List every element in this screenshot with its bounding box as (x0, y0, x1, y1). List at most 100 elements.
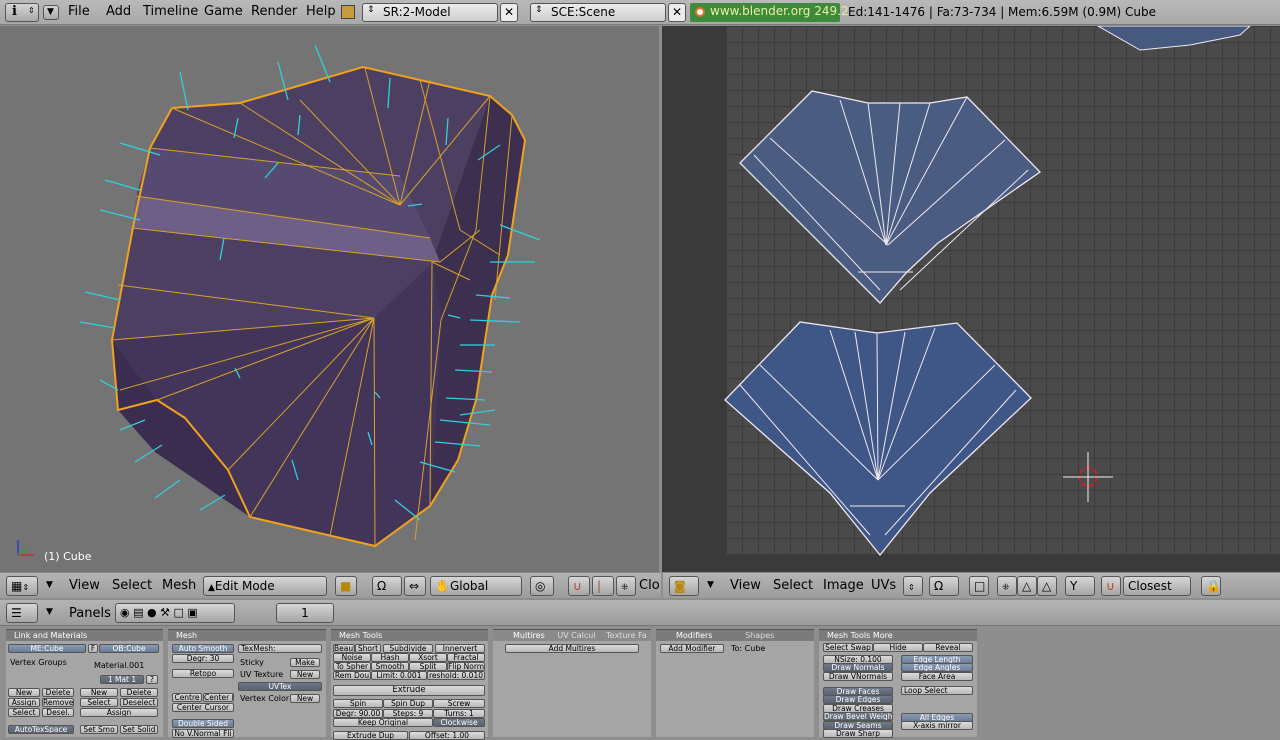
hash-button[interactable]: Hash (371, 653, 409, 662)
material-assign-button[interactable]: Assign (80, 708, 158, 717)
subdivide-button[interactable]: Subdivide (383, 644, 433, 653)
material-index[interactable]: 1 Mat 1 (100, 675, 144, 684)
editor-type-3d-button[interactable]: ▦⇕ (6, 576, 38, 596)
x-axis-mirror-toggle[interactable]: X-axis mirror (901, 721, 973, 730)
menu-select[interactable]: Select (773, 578, 813, 593)
remove-doubles-button[interactable]: Rem Dou (333, 671, 371, 680)
vgroup-assign-button[interactable]: Assign (8, 698, 40, 707)
no-vnormal-flip-toggle[interactable]: No V.Normal Fli (172, 729, 234, 738)
beauty-toggle[interactable]: Beaut (333, 644, 355, 653)
uvtex-layer[interactable]: UVTex (238, 682, 322, 691)
collapse-header-icon[interactable]: ▼ (707, 580, 714, 590)
set-smooth-button[interactable]: Set Smo (80, 725, 118, 734)
smooth-button[interactable]: Smooth (371, 662, 409, 671)
material-help-button[interactable]: ? (146, 675, 158, 684)
proportional-edit-button[interactable]: ∪ (568, 576, 590, 596)
editor-type-buttons-button[interactable]: ☰ (6, 603, 38, 623)
tab-uv-calculation[interactable]: UV Calcul (557, 631, 595, 640)
autosmooth-toggle[interactable]: Auto Smooth (172, 644, 234, 653)
fake-user-button[interactable]: F (88, 644, 98, 653)
material-new-button[interactable]: New (80, 688, 118, 697)
split-button[interactable]: Split (409, 662, 447, 671)
menu-view[interactable]: View (69, 578, 100, 593)
sticky-mode-button[interactable]: Y (1065, 576, 1095, 596)
tab-texture-face[interactable]: Texture Fa (606, 631, 647, 640)
keep-original-toggle[interactable]: Keep Original (333, 718, 433, 727)
draw-vnormals-toggle[interactable]: Draw VNormals (823, 672, 893, 681)
clockwise-toggle[interactable]: Clockwise (433, 718, 485, 727)
menu-render[interactable]: Render (251, 4, 297, 19)
spin-dup-button[interactable]: Spin Dup (383, 699, 433, 708)
autotexspace-toggle[interactable]: AutoTexSpace (8, 725, 74, 734)
vgroup-select-button[interactable]: Select (8, 708, 40, 717)
info-window-type-button[interactable]: i ⇕ (5, 3, 39, 22)
retopo-toggle[interactable]: Retopo (172, 669, 234, 678)
screen-selector[interactable]: ⇕ SR:2-Model (362, 3, 498, 22)
mesh-name-field[interactable]: ME:Cube (8, 644, 86, 653)
vertex-select-button[interactable]: ⁜ (997, 576, 1017, 596)
tab-multires[interactable]: Multires (513, 631, 545, 640)
centre-new-button[interactable]: Center Ne (203, 693, 234, 702)
fractal-button[interactable]: Fractal (447, 653, 485, 662)
collapse-header-icon[interactable]: ▼ (46, 607, 53, 617)
spin-button[interactable]: Spin (333, 699, 383, 708)
material-select-button[interactable]: Select (80, 698, 118, 707)
uv-image-editor[interactable] (662, 26, 1280, 572)
menu-game[interactable]: Game (204, 4, 243, 19)
innervert-button[interactable]: Innervert (435, 644, 485, 653)
delete-scene-button[interactable]: ✕ (668, 3, 686, 22)
vgroup-new-button[interactable]: New (8, 688, 40, 697)
noise-button[interactable]: Noise (333, 653, 371, 662)
extrude-button[interactable]: Extrude (333, 685, 485, 696)
edge-select-button[interactable]: △ (1017, 576, 1037, 596)
draw-sharp-toggle[interactable]: Draw Sharp (823, 729, 893, 738)
turns-field[interactable]: Turns: 1 (433, 709, 485, 718)
sticky-make-button[interactable]: Make (290, 658, 320, 667)
degrees-field[interactable]: Degr: 90.00 (333, 709, 383, 718)
add-multires-button[interactable]: Add Multires (505, 644, 639, 653)
xsort-button[interactable]: Xsort (409, 653, 447, 662)
threshold-field[interactable]: reshold: 0.010 (427, 671, 485, 680)
blender-url-badge[interactable]: www.blender.org 249.2 (690, 3, 849, 22)
lock-button[interactable]: 🔒 (1201, 576, 1221, 596)
reveal-button[interactable]: Reveal (923, 643, 973, 652)
steps-field[interactable]: Steps: 9 (383, 709, 433, 718)
menu-uvs[interactable]: UVs (871, 578, 896, 593)
menu-help[interactable]: Help (306, 4, 336, 19)
select-swap-button[interactable]: Select Swap (823, 643, 873, 652)
vertex-color-new-button[interactable]: New (290, 694, 320, 703)
tab-modifiers[interactable]: Modifiers (676, 631, 713, 640)
autosmooth-degree[interactable]: Degr: 30 (172, 654, 234, 663)
proportional-edit-button[interactable]: ∪ (1101, 576, 1121, 596)
manipulator-toggle[interactable]: ⇔ (404, 576, 426, 596)
menu-timeline[interactable]: Timeline (143, 4, 198, 19)
add-modifier-button[interactable]: Add Modifier (660, 644, 724, 653)
loop-select-dropdown[interactable]: Loop Select (901, 686, 973, 695)
editor-type-uv-button[interactable]: ◙ (669, 576, 699, 596)
centre-cursor-button[interactable]: Center Cursor (172, 703, 234, 712)
menu-select[interactable]: Select (112, 578, 152, 593)
flip-normals-button[interactable]: Flip Norm (447, 662, 485, 671)
menu-image[interactable]: Image (823, 578, 864, 593)
face-area-toggle[interactable]: Face Area (901, 672, 973, 681)
centre-button[interactable]: Centre (172, 693, 202, 702)
snap-button[interactable]: ⁜ (616, 576, 636, 596)
set-solid-button[interactable]: Set Solid (120, 725, 158, 734)
snap-target-label[interactable]: Clo (639, 578, 660, 593)
scene-selector[interactable]: ⇕ SCE:Scene (530, 3, 666, 22)
vgroup-remove-button[interactable]: Remove (42, 698, 74, 707)
menu-file[interactable]: File (68, 4, 90, 19)
uv-texture-new-button[interactable]: New (290, 670, 320, 679)
limit-field[interactable]: Limit: 0.001 (371, 671, 427, 680)
material-deselect-button[interactable]: Deselect (120, 698, 158, 707)
vgroup-delete-button[interactable]: Delete (42, 688, 74, 697)
collapse-header-icon[interactable]: ▼ (46, 580, 53, 590)
draw-edges-toggle[interactable]: Draw Edges (823, 695, 893, 704)
pivot-button[interactable]: Ω (929, 576, 959, 596)
draw-normals-toggle[interactable]: Draw Normals (823, 663, 893, 672)
pivot-button[interactable]: Ω (372, 576, 402, 596)
falloff-selector[interactable]: Closest (1123, 576, 1191, 596)
occlude-button[interactable]: | (592, 576, 614, 596)
draw-bevel-weights-toggle[interactable]: Draw Bevel Weigh (823, 712, 893, 721)
sync-select-button[interactable]: □ (969, 576, 989, 596)
